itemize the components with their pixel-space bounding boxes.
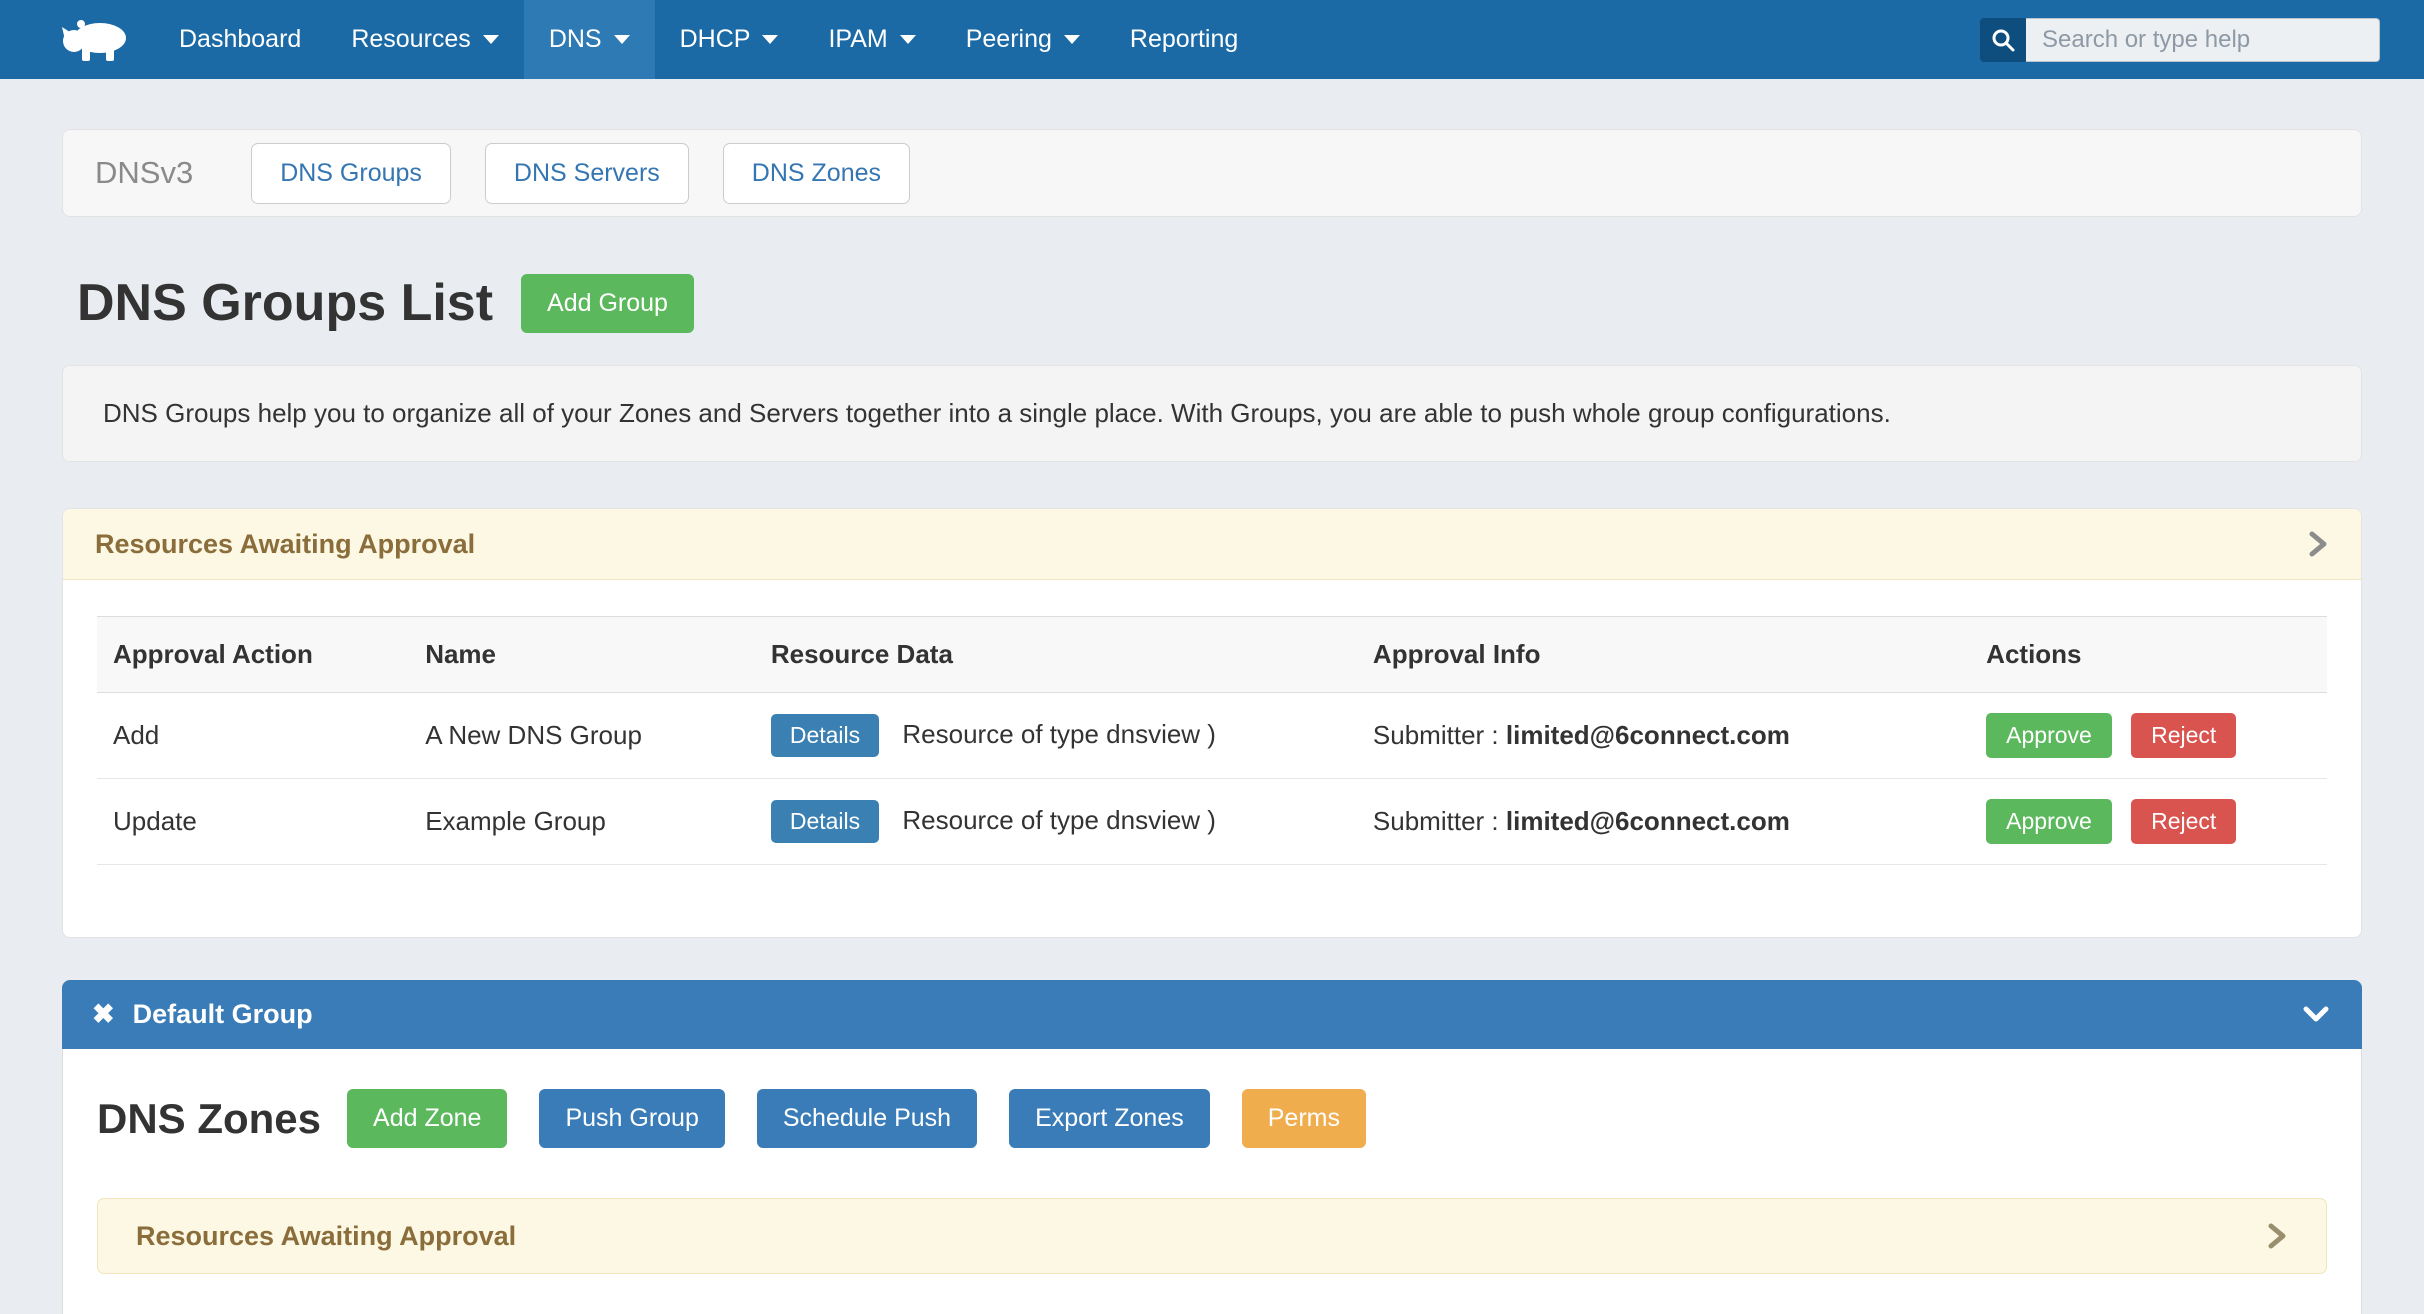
- approval-panel-header[interactable]: Resources Awaiting Approval: [63, 509, 2361, 580]
- reject-button[interactable]: Reject: [2131, 799, 2236, 844]
- nav-item-peering[interactable]: Peering: [941, 0, 1105, 79]
- approval-panel-body: Approval Action Name Resource Data Appro…: [63, 580, 2361, 937]
- add-zone-button[interactable]: Add Zone: [347, 1089, 507, 1148]
- approval-table: Approval Action Name Resource Data Appro…: [97, 616, 2327, 865]
- approve-button[interactable]: Approve: [1986, 713, 2112, 758]
- nav-label: Peering: [966, 25, 1052, 54]
- title-row: DNS Groups List Add Group: [62, 273, 2362, 333]
- actions-cell: Approve Reject: [1970, 693, 2327, 779]
- dropdown-caret-icon: [483, 35, 499, 44]
- resource-data-cell: Details Resource of type dnsview ): [755, 693, 1357, 779]
- approval-info-cell: Submitter : limited@6connect.com: [1357, 693, 1970, 779]
- description-well: DNS Groups help you to organize all of y…: [62, 365, 2362, 462]
- submitter-email: limited@6connect.com: [1506, 720, 1790, 750]
- nav-item-dashboard[interactable]: Dashboard: [154, 0, 326, 79]
- default-group-panel: ✖ Default Group DNS Zones Add Zone Push …: [62, 980, 2362, 1314]
- table-row: Update Example Group Details Resource of…: [97, 779, 2327, 865]
- rhino-logo-icon: [60, 14, 132, 66]
- search-button[interactable]: [1980, 18, 2026, 62]
- nav-item-resources[interactable]: Resources: [326, 0, 524, 79]
- brand-logo[interactable]: [0, 0, 154, 79]
- dnsv3-label: DNSv3: [95, 155, 193, 191]
- column-header-actions: Actions: [1970, 617, 2327, 693]
- chevron-right-icon[interactable]: [2266, 1220, 2288, 1252]
- column-header-approval-action: Approval Action: [97, 617, 409, 693]
- close-icon[interactable]: ✖: [92, 1001, 115, 1028]
- nav-label: Resources: [351, 25, 471, 54]
- approval-action-cell: Add: [97, 693, 409, 779]
- approval-panel: Resources Awaiting Approval Approval Act…: [62, 508, 2362, 938]
- dropdown-caret-icon: [900, 35, 916, 44]
- default-group-body: DNS Zones Add Zone Push Group Schedule P…: [62, 1049, 2362, 1314]
- dns-zones-button[interactable]: DNS Zones: [723, 143, 910, 204]
- dropdown-caret-icon: [614, 35, 630, 44]
- search-input[interactable]: [2026, 18, 2380, 62]
- resource-data-text: Resource of type dnsview ): [902, 805, 1216, 835]
- dropdown-caret-icon: [1064, 35, 1080, 44]
- name-cell: Example Group: [409, 779, 755, 865]
- dns-zones-title: DNS Zones: [97, 1095, 321, 1143]
- dns-groups-button[interactable]: DNS Groups: [251, 143, 451, 204]
- column-header-name: Name: [409, 617, 755, 693]
- nav-item-reporting[interactable]: Reporting: [1105, 0, 1263, 79]
- dns-zones-toolbar: DNS Zones Add Zone Push Group Schedule P…: [97, 1089, 2327, 1148]
- table-row: Add A New DNS Group Details Resource of …: [97, 693, 2327, 779]
- schedule-push-button[interactable]: Schedule Push: [757, 1089, 977, 1148]
- approve-button[interactable]: Approve: [1986, 799, 2112, 844]
- actions-cell: Approve Reject: [1970, 779, 2327, 865]
- default-group-title: Default Group: [133, 999, 313, 1030]
- details-button[interactable]: Details: [771, 800, 879, 843]
- name-cell: A New DNS Group: [409, 693, 755, 779]
- submitter-label: Submitter :: [1373, 806, 1499, 836]
- chevron-down-icon[interactable]: [2300, 1004, 2332, 1026]
- chevron-right-icon[interactable]: [2307, 528, 2329, 560]
- resource-data-cell: Details Resource of type dnsview ): [755, 779, 1357, 865]
- perms-button[interactable]: Perms: [1242, 1089, 1366, 1148]
- submitter-label: Submitter :: [1373, 720, 1499, 750]
- details-button[interactable]: Details: [771, 714, 879, 757]
- reject-button[interactable]: Reject: [2131, 713, 2236, 758]
- top-navbar: Dashboard Resources DNS DHCP IPAM Peerin…: [0, 0, 2424, 79]
- resource-data-text: Resource of type dnsview ): [902, 719, 1216, 749]
- dnsv3-subheader: DNSv3 DNS Groups DNS Servers DNS Zones: [62, 129, 2362, 217]
- page-title: DNS Groups List: [77, 273, 493, 333]
- approval-action-cell: Update: [97, 779, 409, 865]
- zones-awaiting-approval-bar[interactable]: Resources Awaiting Approval: [97, 1198, 2327, 1274]
- push-group-button[interactable]: Push Group: [539, 1089, 724, 1148]
- search-icon: [1990, 27, 2016, 53]
- nav-item-dns[interactable]: DNS: [524, 0, 655, 79]
- add-group-button[interactable]: Add Group: [521, 274, 694, 333]
- nav-label: Dashboard: [179, 25, 301, 54]
- default-group-header[interactable]: ✖ Default Group: [62, 980, 2362, 1049]
- dropdown-caret-icon: [762, 35, 778, 44]
- nav-label: DHCP: [680, 25, 751, 54]
- nav-label: IPAM: [828, 25, 887, 54]
- nav-item-dhcp[interactable]: DHCP: [655, 0, 804, 79]
- column-header-approval-info: Approval Info: [1357, 617, 1970, 693]
- nav-label: Reporting: [1130, 25, 1238, 54]
- global-search: [1980, 18, 2380, 62]
- nav-item-ipam[interactable]: IPAM: [803, 0, 940, 79]
- submitter-email: limited@6connect.com: [1506, 806, 1790, 836]
- main-nav: Dashboard Resources DNS DHCP IPAM Peerin…: [154, 0, 1263, 79]
- export-zones-button[interactable]: Export Zones: [1009, 1089, 1210, 1148]
- dns-servers-button[interactable]: DNS Servers: [485, 143, 689, 204]
- approval-info-cell: Submitter : limited@6connect.com: [1357, 779, 1970, 865]
- column-header-resource-data: Resource Data: [755, 617, 1357, 693]
- nav-label: DNS: [549, 25, 602, 54]
- zones-awaiting-approval-title: Resources Awaiting Approval: [136, 1221, 516, 1252]
- approval-panel-title: Resources Awaiting Approval: [95, 529, 475, 560]
